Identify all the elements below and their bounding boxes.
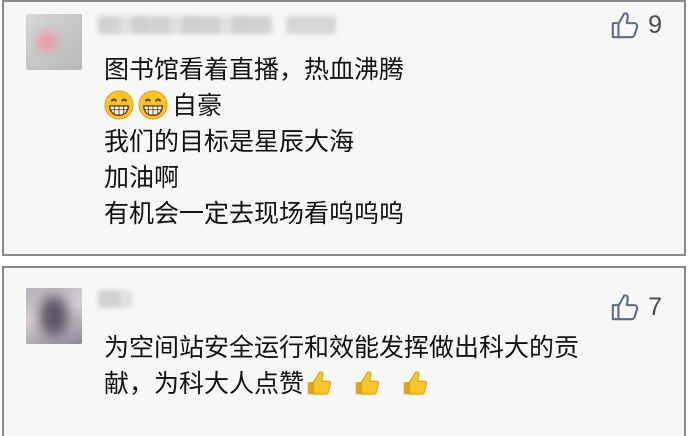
thumbs-up-icon [355, 371, 380, 395]
like-count: 9 [648, 10, 662, 39]
comment-line-text: 献，为科大人点赞 [104, 369, 305, 398]
avatar[interactable] [26, 14, 82, 70]
comment-line: 我们的目标是星辰大海 [104, 127, 355, 156]
thumbs-up-outline-icon [611, 294, 639, 321]
comment-line-text: 自豪 [172, 91, 223, 120]
comment-text: 图书馆看着直播，热血沸腾 自豪 我们的目标是星辰大海 加油啊 有机会一定去现场看… [104, 52, 664, 232]
thumbs-up-icon [403, 371, 428, 395]
comment-line-with-emoji: 自豪 [104, 88, 664, 124]
grinning-face-icon [104, 90, 134, 120]
comment-line: 有机会一定去现场看呜呜呜 [104, 199, 405, 228]
thumbs-up-icon [307, 371, 332, 395]
comment-line: 为空间站安全运行和效能发挥做出科大的贡 [104, 333, 580, 362]
like-count: 7 [648, 292, 662, 321]
username-blurred[interactable] [98, 16, 273, 34]
username-blurred[interactable] [98, 290, 132, 308]
comment-card: 7 为空间站安全运行和效能发挥做出科大的贡 献，为科大人点赞 [2, 266, 686, 436]
like-button[interactable]: 7 [610, 292, 662, 322]
thumbs-up-outline-icon [611, 12, 639, 39]
comment-line: 加油啊 [104, 163, 180, 192]
like-button[interactable]: 9 [610, 10, 662, 40]
comment-card: 9 图书馆看着直播，热血沸腾 自豪 我们的目标是星辰大海 加油啊 有机会一定去现… [2, 0, 686, 256]
avatar[interactable] [26, 288, 82, 344]
comment-line: 图书馆看着直播，热血沸腾 [104, 55, 405, 84]
comment-line-with-emoji: 献，为科大人点赞 [104, 366, 664, 402]
comment-text: 为空间站安全运行和效能发挥做出科大的贡 献，为科大人点赞 [104, 330, 664, 402]
username-blurred-extra [286, 16, 336, 34]
grinning-face-icon [138, 90, 168, 120]
